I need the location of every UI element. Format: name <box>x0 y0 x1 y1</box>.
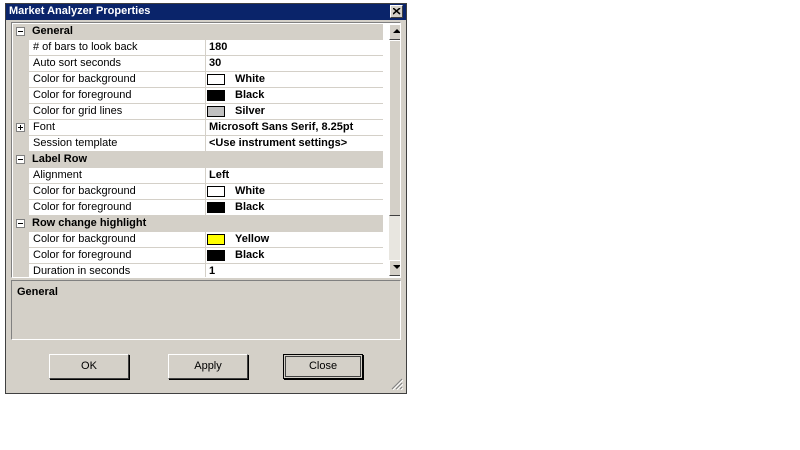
color-swatch <box>207 106 225 117</box>
category-row-change-highlight[interactable]: Row change highlight <box>13 216 383 232</box>
property-row[interactable]: Color for background White <box>13 184 383 200</box>
property-value[interactable]: Black <box>235 89 264 101</box>
color-swatch <box>207 234 225 245</box>
expand-icon[interactable] <box>16 123 25 132</box>
collapse-icon[interactable] <box>16 27 25 36</box>
property-row[interactable]: Color for foreground Black <box>13 88 383 104</box>
property-row[interactable]: Color for background Yellow <box>13 232 383 248</box>
arrow-down-icon <box>393 265 400 269</box>
resize-grip-icon[interactable] <box>391 378 403 390</box>
property-row[interactable]: Color for foreground Black <box>13 200 383 216</box>
property-value[interactable]: <Use instrument settings> <box>209 137 347 149</box>
apply-button[interactable]: Apply <box>168 354 248 379</box>
property-name: Font <box>33 121 56 133</box>
property-row[interactable]: Color for background White <box>13 72 383 88</box>
property-row-font[interactable]: Font Microsoft Sans Serif, 8.25pt <box>13 120 383 136</box>
category-label: Row change highlight <box>32 217 147 229</box>
property-value[interactable]: Silver <box>235 105 265 117</box>
property-name: Color for background <box>33 185 136 197</box>
collapse-icon[interactable] <box>16 219 25 228</box>
category-label: General <box>32 25 73 37</box>
property-name: Session template <box>33 137 118 149</box>
scroll-down-button[interactable] <box>389 260 400 276</box>
color-swatch <box>207 186 225 197</box>
property-value[interactable]: 1 <box>209 265 215 277</box>
scroll-up-button[interactable] <box>389 24 400 40</box>
property-name: Alignment <box>33 169 82 181</box>
properties-dialog: Market Analyzer Properties General # of … <box>5 3 407 394</box>
category-label-row[interactable]: Label Row <box>13 152 383 168</box>
description-panel: General <box>11 280 401 340</box>
ok-button[interactable]: OK <box>49 354 129 379</box>
color-swatch <box>207 74 225 85</box>
property-value[interactable]: Black <box>235 201 264 213</box>
property-name: # of bars to look back <box>33 41 138 53</box>
property-value[interactable]: Left <box>209 169 229 181</box>
property-row[interactable]: Color for foreground Black <box>13 248 383 264</box>
property-value[interactable]: Yellow <box>235 233 269 245</box>
property-name: Color for grid lines <box>33 105 123 117</box>
window-title: Market Analyzer Properties <box>9 5 151 17</box>
description-title: General <box>17 286 58 298</box>
property-row[interactable]: Duration in seconds 1 <box>13 264 383 277</box>
property-name: Auto sort seconds <box>33 57 122 69</box>
property-name: Color for foreground <box>33 249 132 261</box>
property-name: Color for background <box>33 233 136 245</box>
property-value[interactable]: White <box>235 185 265 197</box>
property-name: Color for foreground <box>33 201 132 213</box>
property-row[interactable]: Auto sort seconds 30 <box>13 56 383 72</box>
category-general[interactable]: General <box>13 24 383 40</box>
property-row[interactable]: Color for grid lines Silver <box>13 104 383 120</box>
close-icon <box>393 8 401 15</box>
color-swatch <box>207 202 225 213</box>
property-name: Color for background <box>33 73 136 85</box>
vertical-scrollbar[interactable] <box>389 24 400 276</box>
property-row[interactable]: Session template <Use instrument setting… <box>13 136 383 152</box>
color-swatch <box>207 90 225 101</box>
property-name: Duration in seconds <box>33 265 131 277</box>
title-bar[interactable]: Market Analyzer Properties <box>6 4 406 20</box>
property-row[interactable]: # of bars to look back 180 <box>13 40 383 56</box>
property-grid[interactable]: General # of bars to look back 180 Auto … <box>11 22 401 278</box>
color-swatch <box>207 250 225 261</box>
property-name: Color for foreground <box>33 89 132 101</box>
property-value[interactable]: 180 <box>209 41 227 53</box>
arrow-up-icon <box>393 29 400 33</box>
property-value[interactable]: White <box>235 73 265 85</box>
property-row[interactable]: Alignment Left <box>13 168 383 184</box>
category-label: Label Row <box>32 153 88 165</box>
window-close-button[interactable] <box>390 5 403 18</box>
close-button[interactable]: Close <box>283 354 363 379</box>
scrollbar-thumb[interactable] <box>389 40 400 216</box>
property-value[interactable]: Microsoft Sans Serif, 8.25pt <box>209 121 353 133</box>
property-value[interactable]: 30 <box>209 57 221 69</box>
collapse-icon[interactable] <box>16 155 25 164</box>
property-value[interactable]: Black <box>235 249 264 261</box>
